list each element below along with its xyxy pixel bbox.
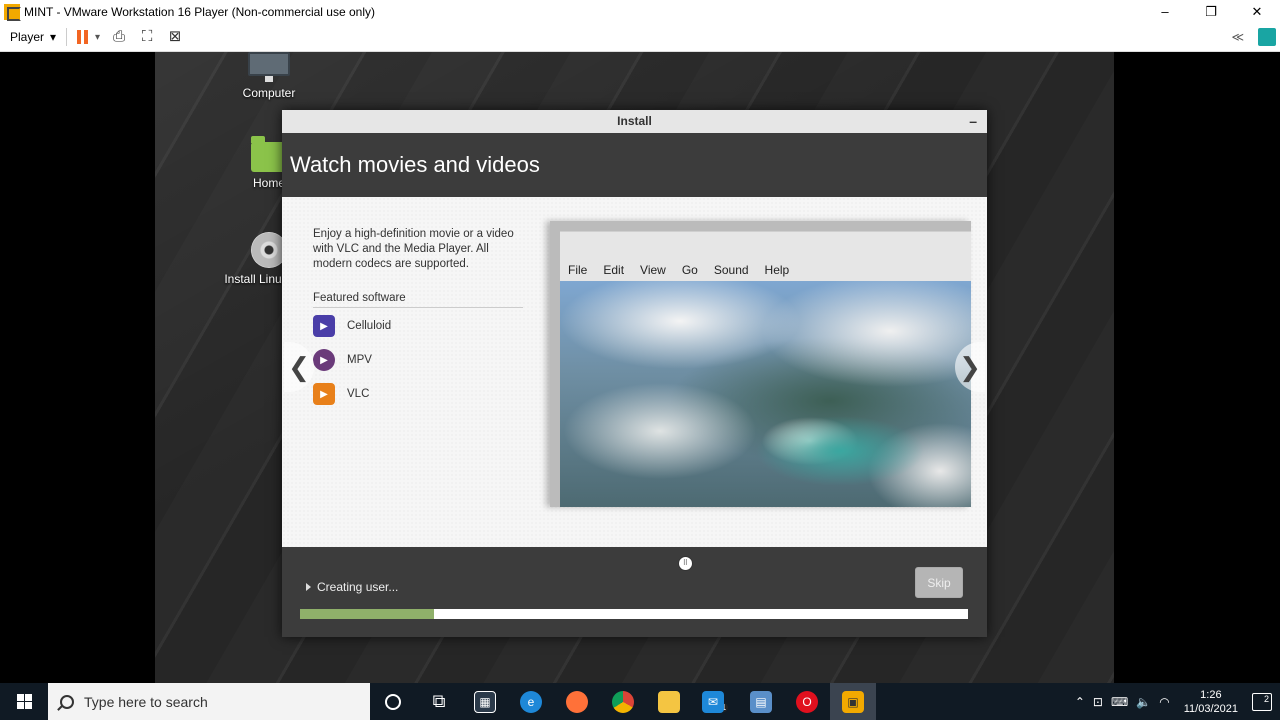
clock-time: 1:26: [1200, 688, 1222, 701]
opera-button[interactable]: O: [784, 683, 830, 720]
monitor-stand: [265, 76, 273, 82]
back-arrow-icon[interactable]: ≪: [1231, 30, 1244, 44]
search-icon: [60, 694, 74, 709]
file-explorer-button[interactable]: [646, 683, 692, 720]
vlc-icon: ▶: [313, 383, 335, 405]
task-view-icon: ⧉: [432, 691, 446, 711]
desktop-icon-computer[interactable]: Computer: [214, 52, 324, 100]
player-menu-view: View: [640, 263, 666, 277]
status-toggle[interactable]: Creating user...: [306, 580, 398, 594]
player-menu-help: Help: [764, 263, 790, 277]
edge-icon: e: [520, 690, 542, 713]
player-menu-go: Go: [681, 263, 698, 277]
previous-slide-button[interactable]: ❮: [284, 342, 314, 392]
slide-heading: Watch movies and videos: [282, 133, 987, 197]
windows-taskbar: Type here to search ⧉ ▦ e ✉ 11 ▤ O ▣ ⌃ ⊡…: [0, 683, 1280, 720]
slideshow: Enjoy a high-definition movie or a video…: [282, 197, 987, 547]
chevron-down-icon: ▾: [50, 30, 57, 44]
windows-logo-icon: [16, 694, 32, 709]
video-frame: [560, 281, 971, 507]
unity-off-icon[interactable]: ⊠: [166, 28, 184, 46]
close-button[interactable]: ✕: [1234, 4, 1280, 20]
installer-title: Install: [617, 114, 652, 128]
clock[interactable]: 1:26 11/03/2021: [1184, 688, 1238, 716]
store-icon: ▦: [474, 690, 496, 713]
busy-cursor-icon: ⠿: [678, 556, 693, 571]
taskbar-search[interactable]: Type here to search: [48, 683, 370, 720]
desktop-icon-label: Computer: [242, 86, 296, 100]
volume-icon[interactable]: 🔈: [1136, 695, 1151, 709]
firefox-button[interactable]: [554, 683, 600, 720]
notification-center-icon[interactable]: 2: [1252, 692, 1272, 711]
folder-icon: [658, 690, 680, 713]
edge-button[interactable]: e: [508, 683, 554, 720]
computer-icon: [248, 52, 290, 76]
chrome-button[interactable]: [600, 683, 646, 720]
task-view-button[interactable]: ⧉: [416, 683, 462, 720]
pause-icon[interactable]: [77, 30, 89, 44]
pause-dropdown-icon[interactable]: ▾: [95, 32, 100, 43]
cortana-icon: [385, 693, 401, 710]
firefox-icon: [566, 690, 588, 713]
slide-description: Enjoy a high-definition movie or a video…: [313, 228, 514, 270]
install-progress-bar: [300, 609, 968, 619]
keyboard-icon[interactable]: ⌨: [1111, 695, 1128, 709]
featured-item-label: MPV: [347, 354, 372, 366]
scanner-button[interactable]: ▤: [738, 683, 784, 720]
show-hidden-icons-icon[interactable]: ⌃: [1075, 695, 1085, 709]
start-button[interactable]: [0, 683, 48, 720]
maximize-button[interactable]: ❐: [1188, 4, 1234, 20]
celluloid-icon: ▶: [313, 315, 335, 337]
mail-icon: ✉: [701, 690, 724, 713]
vmware-toolbar: Player ▾ ▾ ⎙ ⛶ ⊠ ≪: [0, 23, 1280, 52]
vmware-taskbar-button[interactable]: ▣: [830, 683, 876, 720]
toolbar-divider: [66, 28, 68, 46]
featured-item-vlc: ▶ VLC: [313, 383, 369, 405]
player-menu-sound: Sound: [713, 263, 749, 277]
progress-fill: [300, 609, 434, 619]
fullscreen-icon[interactable]: ⛶: [138, 28, 156, 46]
search-placeholder: Type here to search: [84, 693, 208, 710]
media-player-screenshot: File Edit View Go Sound Help: [550, 221, 971, 507]
player-menu-button[interactable]: Player ▾: [10, 30, 56, 44]
chrome-icon: [612, 690, 634, 713]
library-icon[interactable]: [1258, 28, 1276, 46]
featured-item-label: VLC: [347, 388, 370, 400]
featured-item-label: Celluloid: [347, 320, 392, 332]
minimize-button[interactable]: –: [1142, 4, 1188, 19]
installer-window: Install – Watch movies and videos Enjoy …: [282, 110, 987, 637]
featured-item-mpv: ▶ MPV: [313, 349, 372, 371]
network-icon[interactable]: ◠: [1159, 695, 1169, 709]
clock-date: 11/03/2021: [1183, 702, 1238, 715]
installer-minimize-button[interactable]: –: [969, 110, 977, 133]
scanner-icon: ▤: [750, 690, 772, 713]
expand-triangle-icon: [306, 583, 311, 591]
skip-button[interactable]: Skip: [915, 567, 963, 598]
mail-button[interactable]: ✉ 11: [692, 683, 738, 720]
send-ctrl-alt-del-icon[interactable]: ⎙: [110, 28, 128, 46]
featured-item-celluloid: ▶ Celluloid: [313, 315, 391, 337]
vmware-titlebar: MINT - VMware Workstation 16 Player (Non…: [0, 0, 1280, 23]
cortana-button[interactable]: [370, 683, 416, 720]
mpv-icon: ▶: [313, 349, 335, 371]
store-button[interactable]: ▦: [462, 683, 508, 720]
player-menu-file: File: [568, 263, 588, 277]
player-menu-label: Player: [10, 30, 45, 44]
opera-icon: O: [796, 690, 818, 713]
status-text: Creating user...: [317, 580, 399, 594]
notification-count: 2: [1263, 693, 1269, 704]
featured-title: Featured software: [313, 292, 523, 308]
meet-now-icon[interactable]: ⊡: [1093, 695, 1103, 709]
window-title: MINT - VMware Workstation 16 Player (Non…: [24, 4, 375, 19]
player-menu-edit: Edit: [603, 263, 625, 277]
vmware-icon: ▣: [842, 690, 864, 713]
installer-footer: Creating user... Skip: [282, 547, 987, 637]
system-tray: ⌃ ⊡ ⌨ 🔈 ◠ 1:26 11/03/2021 2: [1075, 688, 1280, 716]
guest-display[interactable]: Computer Home Install Linux Mint Install…: [0, 52, 1280, 683]
installer-titlebar[interactable]: Install –: [282, 110, 987, 133]
player-menubar: File Edit View Go Sound Help: [560, 231, 971, 281]
vmware-logo-icon: [4, 3, 21, 21]
